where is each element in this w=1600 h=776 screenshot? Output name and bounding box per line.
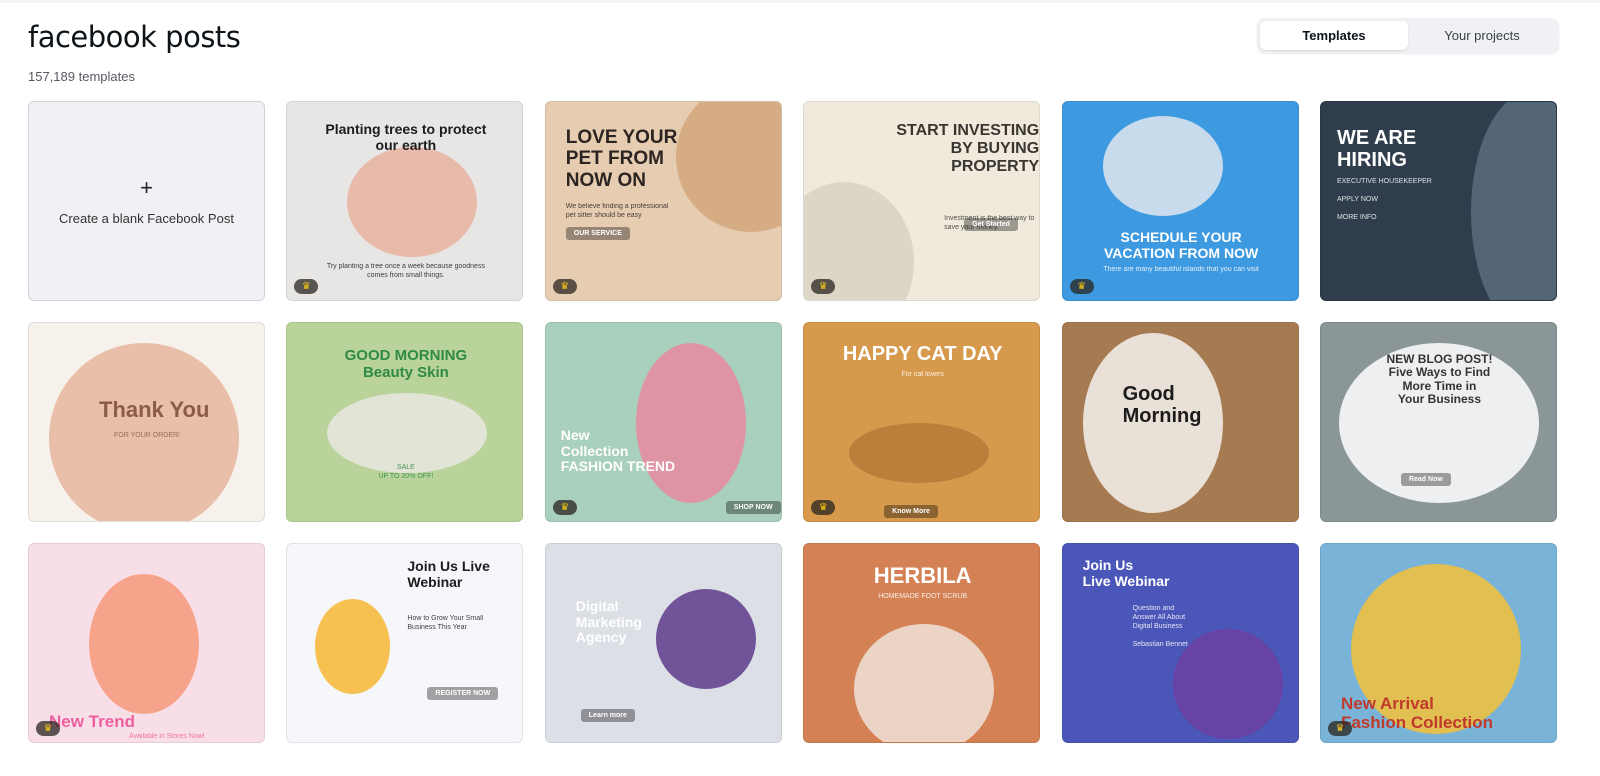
template-card[interactable]: START INVESTING BY BUYING PROPERTY Invest… — [803, 101, 1041, 301]
premium-crown-icon: ♛ — [36, 721, 60, 736]
template-headline: New Trend — [49, 712, 135, 731]
template-subtext: EXECUTIVE HOUSEKEEPER APPLY NOW MORE INF… — [1336, 178, 1432, 222]
template-headline: START INVESTING BY BUYING PROPERTY — [896, 122, 1040, 175]
template-cta: Get Started — [964, 218, 1018, 231]
page-title: facebook posts — [28, 20, 241, 54]
template-subtext: For cat lovers — [901, 371, 944, 378]
template-artwork — [849, 423, 990, 483]
template-headline: Planting trees to protect our earth — [325, 121, 487, 153]
plus-icon: + — [140, 174, 153, 200]
create-blank-button[interactable]: + Create a blank Facebook Post — [28, 101, 265, 301]
template-card[interactable]: Join Us Live Webinar How to Grow Your Sma… — [286, 543, 524, 743]
template-artwork — [675, 102, 781, 232]
template-subtext: HOMEMADE FOOT SCRUB — [878, 593, 968, 600]
template-card[interactable]: HERBILA HOMEMADE FOOT SCRUB — [803, 543, 1041, 743]
template-cta: Know More — [884, 505, 938, 518]
template-artwork — [89, 574, 199, 714]
template-card[interactable]: Good Morning — [1061, 322, 1299, 522]
template-card[interactable]: New Collection FASHION TREND SHOP NOW ♛ — [544, 322, 782, 522]
premium-crown-icon: ♛ — [552, 500, 577, 515]
template-headline: WE ARE HIRING — [1336, 127, 1417, 172]
template-card[interactable]: GOOD MORNING Beauty Skin SALE UP TO 20% O… — [286, 322, 524, 522]
template-headline: New Collection FASHION TREND — [560, 427, 676, 475]
premium-crown-icon: ♛ — [1069, 279, 1094, 294]
template-subtext: Try planting a tree once a week because … — [326, 263, 485, 280]
top-divider — [0, 0, 1600, 3]
premium-crown-icon: ♛ — [811, 279, 836, 294]
template-artwork — [854, 624, 995, 742]
template-subtext: Question and Answer All About Digital Bu… — [1132, 605, 1188, 649]
template-cta: SHOP NOW — [725, 501, 781, 514]
template-artwork — [1172, 629, 1283, 739]
template-card[interactable]: Thank You FOR YOUR ORDER! — [28, 322, 265, 522]
template-headline: Digital Marketing Agency — [575, 598, 642, 646]
template-artwork — [635, 343, 746, 503]
template-headline: LOVE YOUR PET FROM NOW ON — [565, 127, 678, 191]
template-headline: GOOD MORNING Beauty Skin — [344, 347, 468, 381]
template-count: 157,189 templates — [28, 69, 135, 84]
template-artwork — [1470, 102, 1556, 300]
template-subtext: How to Grow Your Small Business This Yea… — [407, 615, 484, 632]
template-card[interactable]: New Trend Available in Stores Now! ♛ — [28, 543, 265, 743]
template-cta: Learn more — [580, 709, 635, 722]
template-artwork — [347, 147, 478, 257]
template-cta: Read Now — [1400, 473, 1451, 486]
template-cta: OUR SERVICE — [565, 227, 630, 240]
template-subtext: SALE UP TO 20% OFF! — [378, 464, 434, 481]
template-card[interactable]: WE ARE HIRING EXECUTIVE HOUSEKEEPER APPLY… — [1319, 101, 1557, 301]
template-headline: HAPPY CAT DAY — [842, 343, 1003, 365]
template-card[interactable]: Digital Marketing Agency Learn more — [544, 543, 782, 743]
template-headline: HERBILA — [873, 563, 972, 588]
template-headline: NEW BLOG POST! Five Ways to Find More Ti… — [1386, 352, 1493, 407]
template-card[interactable]: New Arrival Fashion Collection ♛ — [1319, 543, 1557, 743]
template-headline: Thank You — [99, 397, 210, 422]
template-headline: Join Us Live Webinar — [1082, 557, 1170, 589]
create-blank-label: Create a blank Facebook Post — [59, 210, 234, 226]
template-grid: + Create a blank Facebook Post Planting … — [28, 101, 1557, 743]
template-artwork — [315, 599, 391, 694]
template-card[interactable]: Join Us Live Webinar Question and Answer … — [1061, 543, 1299, 743]
template-card[interactable]: NEW BLOG POST! Five Ways to Find More Ti… — [1319, 322, 1557, 522]
premium-crown-icon: ♛ — [552, 279, 577, 294]
template-artwork — [1102, 116, 1223, 216]
premium-crown-icon: ♛ — [294, 279, 319, 294]
template-subtext: FOR YOUR ORDER! — [114, 432, 180, 439]
tab-templates[interactable]: Templates — [1260, 21, 1408, 50]
template-card[interactable]: HAPPY CAT DAY For cat lovers Know More ♛ — [803, 322, 1041, 522]
template-subtext: We believe finding a professional pet si… — [565, 203, 669, 220]
template-card[interactable]: Planting trees to protect our earth Try p… — [286, 101, 524, 301]
template-headline: Join Us Live Webinar — [407, 558, 490, 590]
tab-your-projects[interactable]: Your projects — [1408, 21, 1556, 50]
template-subtext: There are many beautiful islands that yo… — [1103, 266, 1259, 273]
template-card[interactable]: SCHEDULE YOUR VACATION FROM NOW There are… — [1061, 101, 1299, 301]
premium-crown-icon: ♛ — [1327, 721, 1352, 736]
template-card[interactable]: LOVE YOUR PET FROM NOW ON We believe find… — [544, 101, 782, 301]
template-headline: New Arrival Fashion Collection — [1340, 694, 1494, 733]
template-cta: REGISTER NOW — [427, 687, 499, 700]
template-subtext: Available in Stores Now! — [129, 733, 205, 740]
template-artwork — [327, 393, 488, 473]
view-toggle: Templates Your projects — [1257, 18, 1559, 53]
premium-crown-icon: ♛ — [811, 500, 836, 515]
template-artwork — [655, 589, 756, 689]
template-headline: SCHEDULE YOUR VACATION FROM NOW — [1103, 229, 1259, 261]
template-headline: Good Morning — [1122, 383, 1202, 428]
